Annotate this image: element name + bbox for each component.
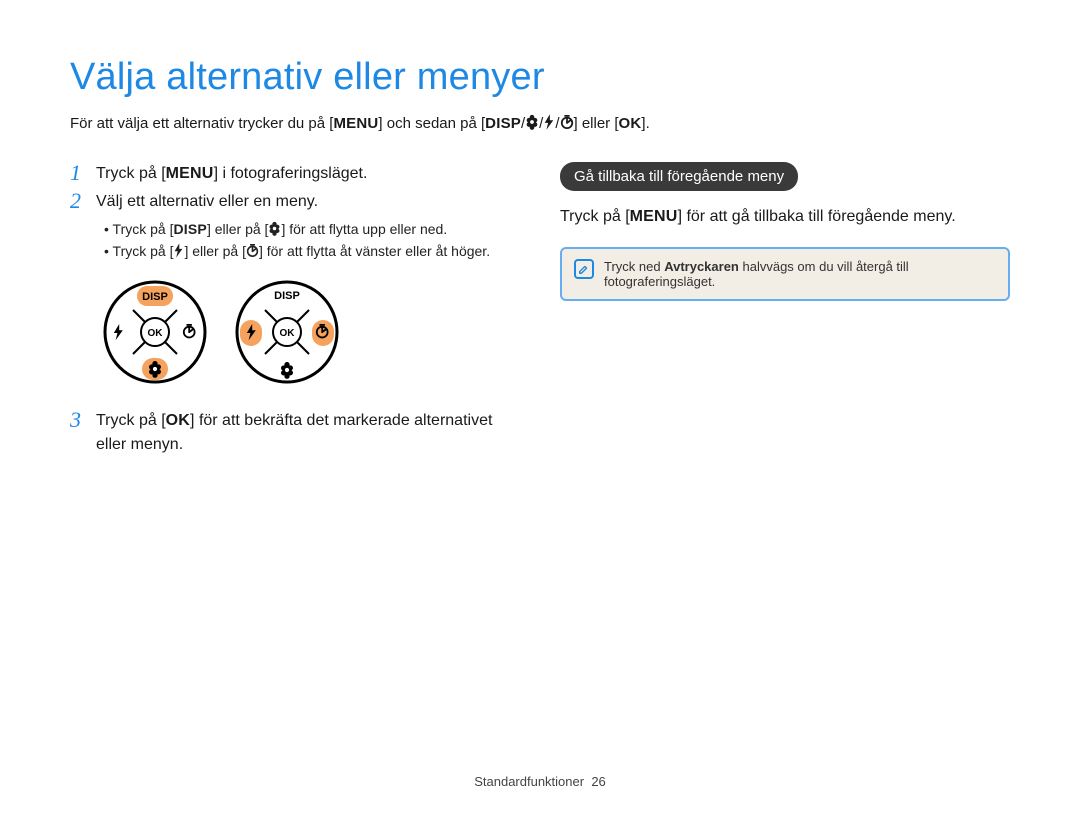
list-item: Tryck på [DISP] eller på [] för att flyt…: [104, 218, 520, 240]
step-1: 1 Tryck på [MENU] i fotograferingsläget.: [70, 162, 520, 186]
svg-text:OK: OK: [280, 328, 296, 339]
ok-glyph: OK: [619, 115, 642, 132]
intro-text: För att välja ett alternativ trycker du …: [70, 113, 1010, 134]
flower-icon: [525, 114, 539, 130]
right-column: Gå tillbaka till föregående meny Tryck p…: [560, 162, 1010, 461]
step-2-bullets: Tryck på [DISP] eller på [] för att flyt…: [104, 218, 520, 263]
flower-icon: [268, 221, 281, 236]
note-text: Tryck ned Avtryckaren halvvägs om du vil…: [604, 259, 996, 289]
dial-horizontal: DISP OK: [234, 279, 340, 385]
disp-glyph: DISP: [173, 221, 206, 237]
svg-text:DISP: DISP: [274, 290, 300, 302]
control-dials: DISP OK: [102, 279, 520, 385]
step-3: 3 Tryck på [OK] för att bekräfta det mar…: [70, 409, 520, 457]
step-number: 1: [70, 162, 86, 184]
ok-glyph: OK: [166, 412, 190, 429]
step-number: 2: [70, 190, 86, 212]
dial-vertical: DISP OK: [102, 279, 208, 385]
flash-icon: [173, 243, 184, 258]
note-icon: [574, 259, 594, 279]
list-item: Tryck på [] eller på [] för att flytta å…: [104, 240, 520, 262]
menu-glyph: MENU: [333, 115, 378, 132]
menu-glyph: MENU: [166, 165, 214, 182]
step-2: 2 Välj ett alternativ eller en meny.: [70, 190, 520, 214]
page-title: Välja alternativ eller menyer: [70, 56, 1010, 99]
dial-ok-label: OK: [148, 328, 164, 339]
page-footer: Standardfunktioner 26: [0, 774, 1080, 789]
flash-icon: [543, 114, 555, 130]
step-number: 3: [70, 409, 86, 431]
dial-disp-label: DISP: [142, 291, 168, 303]
left-column: 1 Tryck på [MENU] i fotograferingsläget.…: [70, 162, 520, 461]
disp-glyph: DISP: [485, 115, 521, 132]
note-box: Tryck ned Avtryckaren halvvägs om du vil…: [560, 247, 1010, 301]
section-badge: Gå tillbaka till föregående meny: [560, 162, 798, 191]
timer-icon: [246, 243, 259, 258]
right-paragraph: Tryck på [MENU] för att gå tillbaka till…: [560, 205, 1010, 229]
timer-icon: [560, 114, 574, 130]
menu-glyph: MENU: [630, 208, 678, 225]
